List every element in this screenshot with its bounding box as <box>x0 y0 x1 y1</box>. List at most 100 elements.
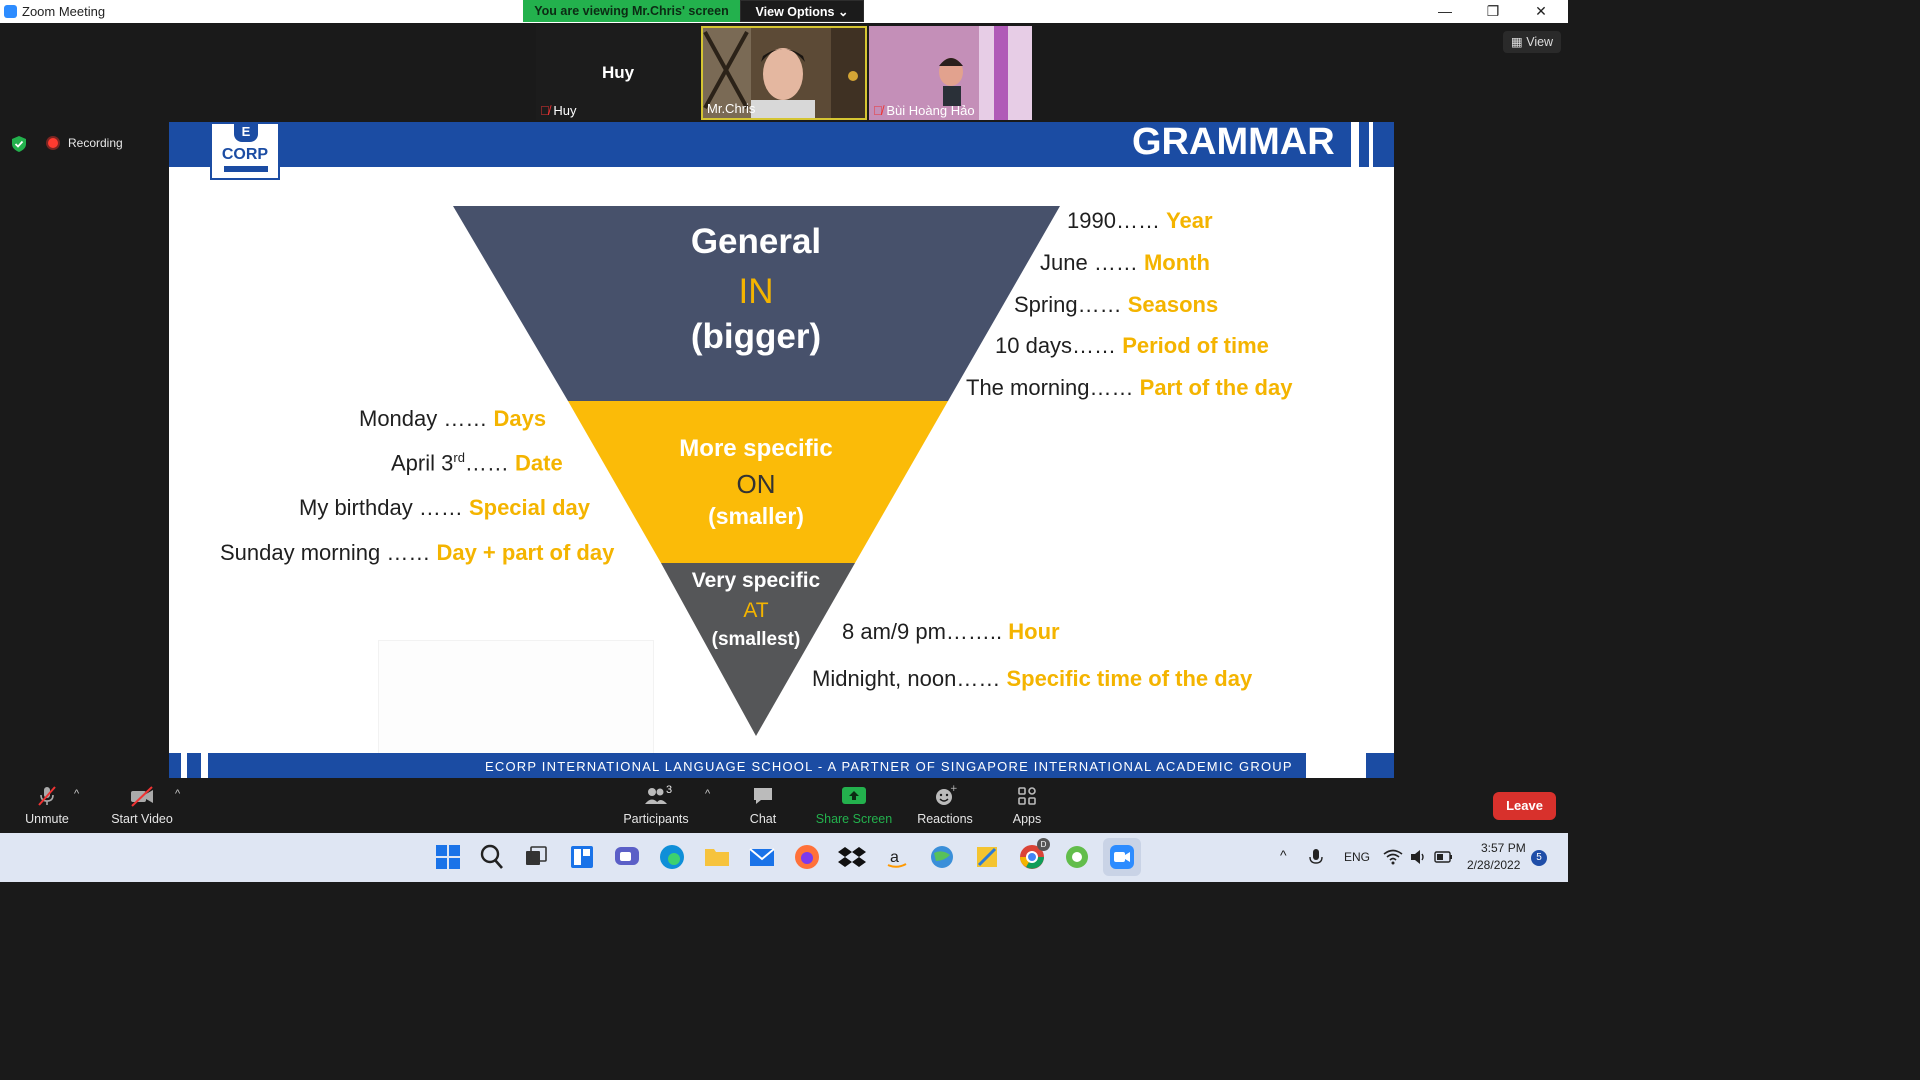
mic-muted-icon <box>38 786 56 806</box>
minimize-button[interactable]: — <box>1422 0 1468 23</box>
chat-button[interactable]: Chat <box>738 784 788 826</box>
wifi-icon[interactable] <box>1383 849 1403 865</box>
in-example-item: 10 days…… Period of time <box>995 333 1269 359</box>
example-category: Days <box>493 406 547 431</box>
zoom-taskbar-button[interactable] <box>1103 838 1141 876</box>
view-button[interactable]: ▦ View <box>1503 31 1561 53</box>
battery-icon[interactable] <box>1434 850 1454 864</box>
file-explorer-icon[interactable] <box>701 841 733 873</box>
example-text: Spring…… <box>1014 292 1122 317</box>
pyramid-bottom-word: AT <box>743 599 769 622</box>
footer-stripe <box>201 753 208 778</box>
start-video-button[interactable]: Start Video <box>106 784 178 826</box>
in-example-item: 1990…… Year <box>1067 208 1213 234</box>
view-button-label: View <box>1526 35 1554 49</box>
chrome-icon[interactable]: D <box>1016 838 1050 873</box>
clock-date[interactable]: 2/28/2022 <box>1467 858 1520 872</box>
language-indicator[interactable]: ENG <box>1344 850 1370 864</box>
meeting-toolbar: Unmute ^ Start Video ^ 3 Participants ^ … <box>0 778 1568 833</box>
chrome-canary-icon[interactable] <box>1061 841 1093 873</box>
grid-icon: ▦ <box>1510 35 1523 49</box>
profile-badge: D <box>1037 838 1050 851</box>
chevron-up-icon[interactable]: ^ <box>1280 847 1287 863</box>
audio-options-caret-icon[interactable]: ^ <box>74 788 79 800</box>
example-text: Midnight, noon…… <box>812 666 1001 691</box>
restore-button[interactable]: ❐ <box>1470 0 1516 23</box>
amazon-icon[interactable]: a <box>881 841 913 873</box>
svg-text:+: + <box>950 784 957 794</box>
close-button[interactable]: ✕ <box>1518 0 1564 23</box>
notification-badge[interactable]: 5 <box>1531 850 1547 866</box>
pyramid-top-word: IN <box>738 272 774 311</box>
participant-tile-bui-hoang-hao[interactable]: 🎙̸ Bùi Hoàng Hảo <box>869 26 1032 120</box>
on-example-item: April 3rd…… Date <box>391 450 563 476</box>
participant-display-name: Huy <box>601 63 635 82</box>
participant-name: Mr.Chris <box>707 101 756 116</box>
microphone-icon[interactable] <box>1309 848 1323 868</box>
window-title: Zoom Meeting <box>22 4 106 19</box>
shared-screen-slide: E CORP GRAMMAR General IN (bigger) More … <box>169 122 1394 778</box>
pyramid-bottom-note: (smallest) <box>711 629 801 650</box>
mic-muted-icon: 🎙̸ <box>540 103 550 118</box>
recording-label: Recording <box>68 136 123 150</box>
participants-label: Participants <box>623 812 689 826</box>
example-category: Year <box>1166 208 1213 233</box>
clock-time[interactable]: 3:57 PM <box>1481 841 1526 855</box>
example-category: Day + part of day <box>436 540 615 565</box>
edge-browser-icon[interactable] <box>656 841 688 873</box>
example-text: 1990…… <box>1067 208 1160 233</box>
search-icon[interactable] <box>476 841 508 873</box>
chat-label: Chat <box>749 812 777 826</box>
at-example-item: 8 am/9 pm…….. Hour <box>842 619 1060 645</box>
windows-start-icon[interactable] <box>432 841 464 873</box>
example-text: June …… <box>1040 250 1138 275</box>
widgets-icon[interactable] <box>566 841 598 873</box>
volume-icon[interactable] <box>1409 849 1427 865</box>
viewing-banner: You are viewing Mr.Chris' screen <box>523 0 740 22</box>
start-video-label: Start Video <box>111 812 173 826</box>
share-screen-label: Share Screen <box>815 812 893 826</box>
share-screen-icon <box>842 787 866 804</box>
task-view-icon[interactable] <box>520 841 552 873</box>
shield-check-icon <box>12 136 26 152</box>
firefox-icon[interactable] <box>791 841 823 873</box>
video-off-icon <box>131 786 153 807</box>
dropbox-icon[interactable] <box>836 841 868 873</box>
participants-caret-icon[interactable]: ^ <box>705 788 710 800</box>
network-tool-icon[interactable] <box>971 841 1003 873</box>
zoom-app-icon <box>4 5 17 18</box>
example-text: …… <box>464 450 509 476</box>
participant-name: Huy <box>553 103 577 118</box>
pyramid-top-title: General <box>690 222 822 261</box>
example-category: Special day <box>468 495 591 520</box>
apps-button[interactable]: Apps <box>1005 784 1049 826</box>
video-options-caret-icon[interactable]: ^ <box>175 788 180 800</box>
globe-app-icon[interactable] <box>926 841 958 873</box>
example-text: My birthday …… <box>299 495 463 520</box>
mail-icon[interactable] <box>746 841 778 873</box>
chat-icon <box>754 788 772 804</box>
example-superscript: rd <box>453 450 465 465</box>
example-category: Seasons <box>1127 292 1219 317</box>
participant-name: Bùi Hoàng Hảo <box>886 103 975 118</box>
pyramid-bottom-title: Very specific <box>691 569 821 592</box>
unmute-button[interactable]: Unmute <box>18 784 76 826</box>
reactions-button[interactable]: + Reactions <box>913 784 977 826</box>
footer-stripe <box>181 753 187 778</box>
school-seal-icon <box>1306 753 1366 778</box>
pyramid-top-note: (bigger) <box>690 317 822 356</box>
leave-button[interactable]: Leave <box>1493 792 1556 820</box>
view-options-button[interactable]: View Options ⌄ <box>740 0 864 22</box>
participant-tile-huy[interactable]: Huy 🎙̸ Huy <box>536 26 700 120</box>
example-text: Sunday morning …… <box>220 540 431 565</box>
svg-text:a: a <box>890 849 899 866</box>
participants-button[interactable]: 3 Participants <box>620 784 692 826</box>
example-category: Month <box>1143 250 1210 275</box>
in-example-item: Spring…… Seasons <box>1014 292 1218 318</box>
share-screen-button[interactable]: Share Screen <box>814 784 894 826</box>
blank-area <box>378 640 654 754</box>
teams-chat-icon[interactable] <box>611 841 643 873</box>
participant-tile-mr-chris[interactable]: Mr.Chris <box>701 26 867 120</box>
recording-dot-icon <box>48 138 58 148</box>
pyramid-middle-note: (smaller) <box>708 503 804 529</box>
